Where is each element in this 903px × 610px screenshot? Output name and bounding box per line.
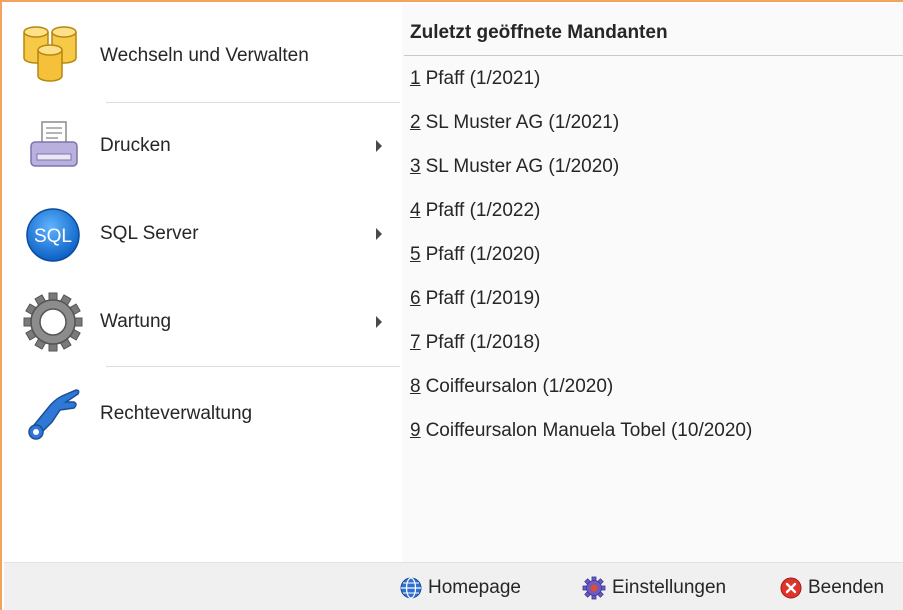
menu-item-label: SQL Server bbox=[100, 223, 199, 244]
menu-separator bbox=[106, 366, 400, 367]
menu-item-sql-server[interactable]: SQL SQL Server bbox=[4, 198, 402, 270]
recent-client-item[interactable]: 2 SL Muster AG (1/2021) bbox=[410, 108, 619, 138]
recent-item-number: 4 bbox=[410, 200, 421, 221]
recent-item-label: SL Muster AG (1/2021) bbox=[425, 112, 620, 133]
file-backstage-menu: Wechseln und Verwalten Drucken SQL SQL S… bbox=[0, 0, 903, 610]
quit-button[interactable]: Beenden bbox=[780, 573, 884, 603]
recent-item-label: Pfaff (1/2019) bbox=[425, 288, 541, 309]
gear-icon bbox=[4, 286, 100, 358]
recent-client-item[interactable]: 1 Pfaff (1/2021) bbox=[410, 64, 540, 94]
menu-item-label: Rechteverwaltung bbox=[100, 403, 253, 424]
globe-icon bbox=[400, 577, 422, 599]
recent-item-label: Pfaff (1/2018) bbox=[425, 332, 541, 353]
menu-item-wartung[interactable]: Wartung bbox=[4, 286, 402, 358]
recent-item-label: SL Muster AG (1/2020) bbox=[425, 156, 620, 177]
menu-separator bbox=[106, 102, 400, 103]
menu-item-label: Wechseln und Verwalten bbox=[100, 45, 309, 66]
recent-client-item[interactable]: 8 Coiffeursalon (1/2020) bbox=[410, 372, 613, 402]
submenu-arrow-icon bbox=[376, 228, 382, 240]
recent-client-item[interactable]: 6 Pfaff (1/2019) bbox=[410, 284, 540, 314]
sql-icon-text: SQL bbox=[34, 226, 72, 247]
recent-client-item[interactable]: 5 Pfaff (1/2020) bbox=[410, 240, 540, 270]
printer-icon bbox=[4, 110, 100, 182]
recent-item-number: 1 bbox=[410, 68, 421, 89]
database-stack-icon bbox=[4, 20, 100, 92]
settings-label: Einstellungen bbox=[612, 577, 727, 598]
menu-item-label: Wartung bbox=[100, 311, 172, 332]
recent-item-number: 3 bbox=[410, 156, 421, 177]
recent-item-label: Pfaff (1/2021) bbox=[425, 68, 541, 89]
quit-label: Beenden bbox=[808, 577, 885, 598]
recent-clients-pane: Zuletzt geöffnete Mandanten 1 Pfaff (1/2… bbox=[402, 4, 903, 562]
menu-item-wechseln-verwalten[interactable]: Wechseln und Verwalten bbox=[4, 20, 402, 92]
homepage-label: Homepage bbox=[428, 577, 521, 598]
recent-item-number: 6 bbox=[410, 288, 421, 309]
recent-item-label: Pfaff (1/2022) bbox=[425, 200, 541, 221]
settings-button[interactable]: Einstellungen bbox=[582, 573, 726, 603]
recent-divider bbox=[404, 55, 903, 56]
recent-item-number: 2 bbox=[410, 112, 421, 133]
menu-item-label: Drucken bbox=[100, 135, 171, 156]
recent-item-number: 9 bbox=[410, 420, 421, 441]
main-menu: Wechseln und Verwalten Drucken SQL SQL S… bbox=[4, 4, 402, 562]
key-hand-icon bbox=[4, 378, 100, 450]
settings-gear-icon bbox=[582, 576, 606, 600]
menu-item-rechteverwaltung[interactable]: Rechteverwaltung bbox=[4, 378, 402, 450]
recent-client-item[interactable]: 3 SL Muster AG (1/2020) bbox=[410, 152, 619, 182]
recent-clients-title: Zuletzt geöffnete Mandanten bbox=[410, 22, 668, 43]
recent-item-label: Coiffeursalon (1/2020) bbox=[425, 376, 614, 397]
sql-icon: SQL bbox=[4, 198, 100, 270]
recent-client-item[interactable]: 7 Pfaff (1/2018) bbox=[410, 328, 540, 358]
recent-client-item[interactable]: 9 Coiffeursalon Manuela Tobel (10/2020) bbox=[410, 416, 752, 446]
recent-item-label: Coiffeursalon Manuela Tobel (10/2020) bbox=[425, 420, 753, 441]
recent-client-item[interactable]: 4 Pfaff (1/2022) bbox=[410, 196, 540, 226]
recent-item-label: Pfaff (1/2020) bbox=[425, 244, 541, 265]
close-circle-icon bbox=[780, 577, 802, 599]
recent-item-number: 8 bbox=[410, 376, 421, 397]
homepage-button[interactable]: Homepage bbox=[400, 573, 521, 603]
menu-item-drucken[interactable]: Drucken bbox=[4, 110, 402, 182]
footer-bar: Homepage Einstellungen Beenden bbox=[4, 562, 903, 610]
submenu-arrow-icon bbox=[376, 316, 382, 328]
submenu-arrow-icon bbox=[376, 140, 382, 152]
recent-item-number: 7 bbox=[410, 332, 421, 353]
recent-item-number: 5 bbox=[410, 244, 421, 265]
